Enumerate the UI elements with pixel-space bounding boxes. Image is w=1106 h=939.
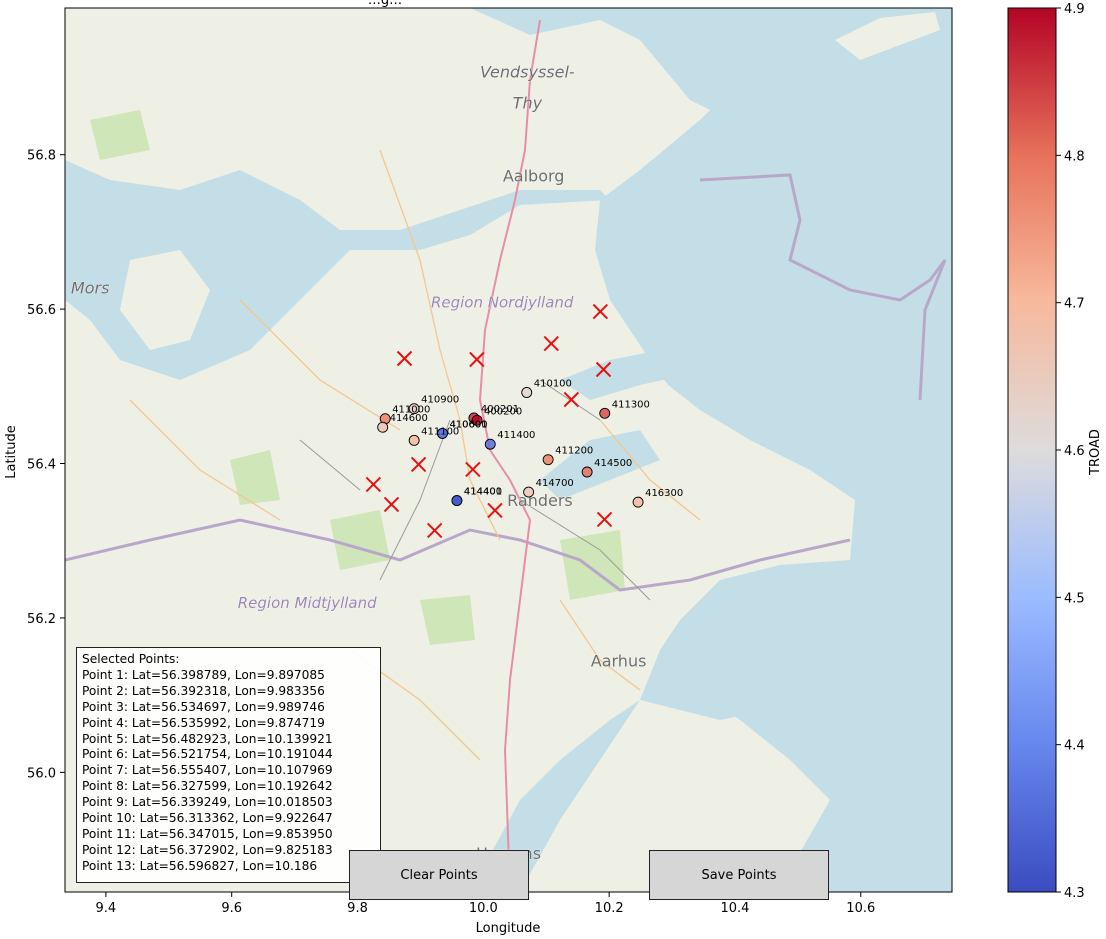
x-tick-label: 9.6 — [221, 901, 242, 916]
x-tick-label: 10.6 — [846, 901, 875, 916]
info-header: Selected Points: — [82, 652, 180, 666]
colorbar-tick-label: 4.5 — [1064, 591, 1085, 606]
x-tick-label: 9.8 — [347, 901, 368, 916]
basemap-label: Randers — [507, 491, 573, 510]
station-label: 400200 — [484, 406, 522, 417]
info-line: Point 6: Lat=56.521754, Lon=10.191044 — [82, 747, 333, 762]
info-line: Point 9: Lat=56.339249, Lon=10.018503 — [82, 795, 333, 810]
colorbar: 4.3 4.4 4.5 4.6 4.7 4.8 4.9 TROAD — [1007, 2, 1103, 901]
info-line: Point 1: Lat=56.398789, Lon=9.897085 — [82, 667, 325, 682]
basemap-label: Thy — [513, 93, 543, 112]
y-tick-label: 56.0 — [27, 766, 56, 781]
info-line: Point 5: Lat=56.482923, Lon=10.139921 — [82, 731, 333, 746]
station-label: 414500 — [594, 458, 632, 469]
info-line: Point 2: Lat=56.392318, Lon=9.983356 — [82, 683, 325, 698]
save-points-button[interactable]: Save Points — [649, 850, 829, 900]
info-line: Point 3: Lat=56.534697, Lon=9.989746 — [82, 699, 325, 714]
x-tick-label: 10.2 — [595, 901, 624, 916]
basemap-label: Aarhus — [591, 652, 647, 671]
info-line: Point 12: Lat=56.372902, Lon=9.825183 — [82, 842, 333, 857]
basemap-label: Region Nordjylland — [431, 294, 574, 312]
y-tick-label: 56.4 — [27, 458, 56, 473]
info-lines: Point 1: Lat=56.398789, Lon=9.897085 Poin… — [82, 668, 375, 875]
colorbar-tick-label: 4.4 — [1064, 739, 1085, 754]
station-marker[interactable] — [521, 387, 533, 398]
station-label: 411300 — [612, 399, 650, 410]
y-axis-label: Latitude — [4, 425, 19, 479]
x-tick-label: 10.4 — [720, 901, 749, 916]
station-marker[interactable] — [451, 495, 463, 507]
x-tick-label: 10.0 — [469, 901, 498, 916]
colorbar-tick-label: 4.8 — [1064, 149, 1085, 164]
basemap-label: Vendsyssel- — [480, 62, 575, 81]
station-label: 414600 — [390, 413, 428, 424]
info-line: Point 8: Lat=56.327599, Lon=10.192642 — [82, 779, 333, 794]
x-tick-label: 9.4 — [96, 901, 117, 916]
station-marker[interactable] — [523, 486, 535, 498]
station-label: 411100 — [421, 426, 459, 437]
station-marker[interactable] — [542, 454, 554, 466]
info-line: Point 10: Lat=56.313362, Lon=9.922647 — [82, 811, 333, 826]
station-marker[interactable] — [581, 466, 593, 478]
forest-patch — [330, 510, 390, 570]
basemap-label: Region Midtjylland — [238, 594, 377, 612]
colorbar-ticks: 4.3 4.4 4.5 4.6 4.7 4.8 4.9 — [1056, 2, 1085, 901]
y-axis: 56.0 56.2 56.4 56.6 56.8 — [27, 149, 65, 781]
clear-points-button[interactable]: Clear Points — [349, 850, 529, 900]
basemap-label: Mors — [71, 279, 110, 298]
station-label: 410100 — [534, 378, 572, 389]
colorbar-label: TROAD — [1088, 429, 1103, 476]
station-label: 416300 — [645, 488, 683, 499]
info-line: Point 11: Lat=56.347015, Lon=9.853950 — [82, 826, 333, 841]
y-tick-label: 56.8 — [27, 149, 56, 164]
station-marker[interactable] — [484, 438, 496, 450]
colorbar-gradient — [1007, 7, 1057, 893]
y-tick-label: 56.2 — [27, 612, 56, 627]
basemap-label: Aalborg — [503, 167, 565, 186]
colorbar-tick-label: 4.9 — [1064, 2, 1085, 17]
station-label: 411200 — [555, 446, 593, 457]
station-marker[interactable] — [408, 434, 420, 446]
chart-title: …g… — [368, 0, 402, 8]
colorbar-tick-label: 4.6 — [1064, 444, 1085, 459]
station-marker[interactable] — [377, 421, 389, 433]
station-marker[interactable] — [632, 496, 644, 508]
x-axis-label: Longitude — [476, 921, 541, 936]
info-line: Point 13: Lat=56.596827, Lon=10.186 — [82, 858, 318, 873]
station-label: 411400 — [497, 430, 535, 441]
colorbar-tick-label: 4.3 — [1064, 886, 1085, 901]
y-tick-label: 56.6 — [27, 303, 56, 318]
info-line: Point 7: Lat=56.555407, Lon=10.107969 — [82, 763, 333, 778]
station-label: 414401 — [464, 487, 502, 498]
info-line: Point 4: Lat=56.535992, Lon=9.874719 — [82, 715, 325, 730]
station-marker[interactable] — [599, 407, 611, 419]
selected-points-info: Selected Points: Point 1: Lat=56.398789,… — [76, 647, 381, 883]
station-label: 414700 — [536, 478, 574, 489]
colorbar-tick-label: 4.7 — [1064, 297, 1085, 312]
